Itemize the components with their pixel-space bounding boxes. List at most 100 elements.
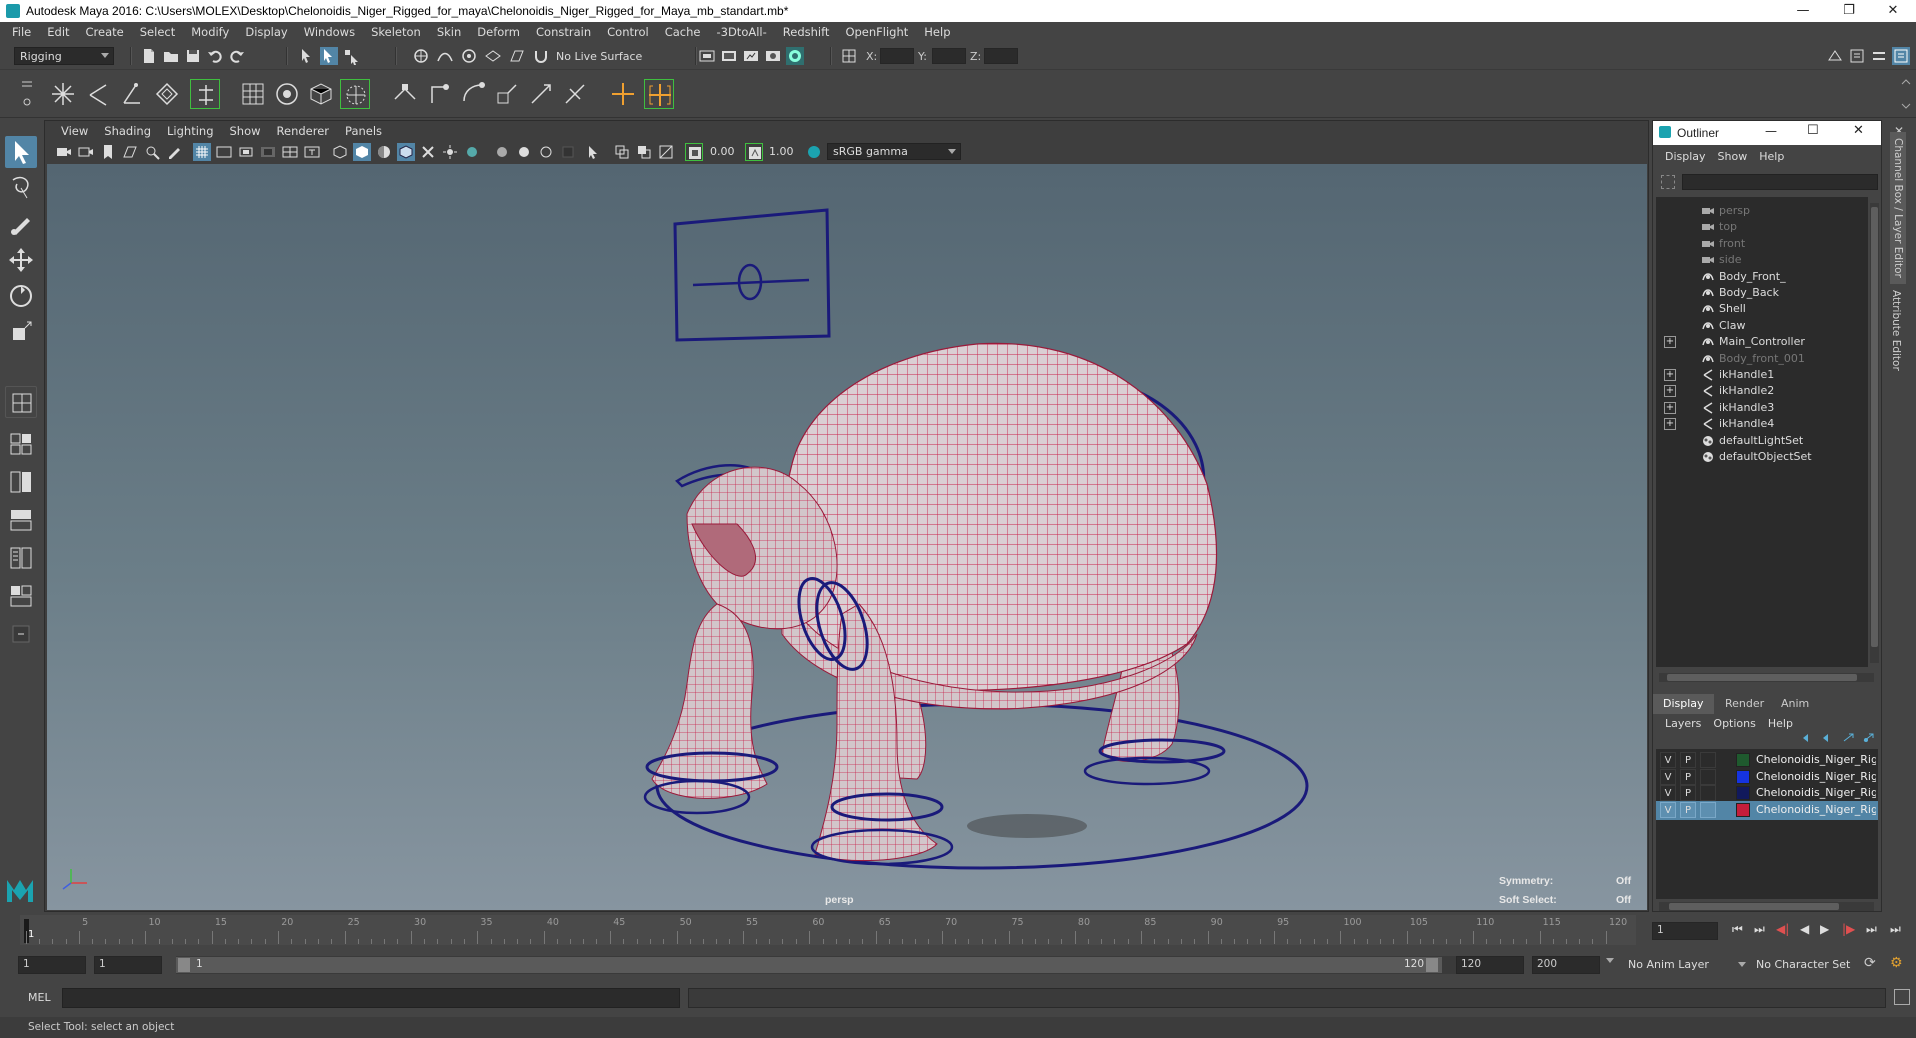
expand-icon[interactable]: +: [1664, 385, 1676, 398]
menu-cache[interactable]: Cache: [657, 25, 709, 39]
outliner-minimize-button[interactable]: —: [1765, 124, 1777, 138]
menu-redshift[interactable]: Redshift: [775, 25, 838, 39]
script-editor-icon[interactable]: [1894, 989, 1910, 1005]
auto-key-icon[interactable]: ⟳: [1864, 955, 1876, 971]
layout-graph-icon[interactable]: [5, 542, 37, 574]
new-layer-icon[interactable]: [1843, 733, 1855, 743]
expand-icon[interactable]: +: [1664, 336, 1676, 349]
current-frame-field[interactable]: 1: [1652, 922, 1718, 940]
step-forward-frame-icon[interactable]: |▶: [1842, 922, 1855, 936]
channel-box-toggle-icon[interactable]: [1892, 47, 1910, 65]
outliner-menu-help[interactable]: Help: [1753, 150, 1790, 163]
scrollbar-thumb[interactable]: [1669, 903, 1839, 910]
xray-joints-icon[interactable]: [613, 143, 631, 161]
layer-playback-toggle[interactable]: P: [1680, 785, 1696, 801]
outliner-close-button[interactable]: ✕: [1853, 123, 1864, 138]
outliner-horizontal-scrollbar[interactable]: [1659, 673, 1874, 682]
menu-help[interactable]: Help: [916, 25, 958, 39]
aim-constraint-icon[interactable]: [526, 79, 556, 109]
isolate-select-icon[interactable]: [585, 143, 603, 161]
layer-horizontal-scrollbar[interactable]: [1659, 902, 1874, 911]
select-camera-icon[interactable]: [55, 143, 73, 161]
grease-pencil-icon[interactable]: [165, 143, 183, 161]
bookmark-icon[interactable]: [99, 143, 117, 161]
filter-icon[interactable]: [1661, 175, 1675, 189]
xray-icon[interactable]: [419, 143, 437, 161]
range-start-grip[interactable]: [178, 958, 190, 972]
vp-menu-shading[interactable]: Shading: [96, 124, 159, 138]
playback-end-field[interactable]: 120: [1456, 956, 1524, 974]
menu-display[interactable]: Display: [237, 25, 295, 39]
motion-blur-icon[interactable]: [515, 143, 533, 161]
menu-3dtoall[interactable]: -3DtoAll-: [708, 25, 774, 39]
gate-mask-icon[interactable]: [259, 143, 277, 161]
layer-playback-toggle[interactable]: P: [1680, 768, 1696, 785]
render-view-icon[interactable]: [764, 47, 782, 65]
shadows-icon[interactable]: [463, 143, 481, 161]
menu-windows[interactable]: Windows: [296, 25, 363, 39]
go-to-end-icon[interactable]: ⏭: [1890, 922, 1901, 937]
cluster-icon[interactable]: [272, 79, 302, 109]
layer-visibility-toggle[interactable]: V: [1660, 785, 1676, 801]
command-input[interactable]: [62, 988, 680, 1008]
body-front-controller[interactable]: [673, 208, 831, 342]
z-field[interactable]: [984, 48, 1018, 64]
vp-menu-renderer[interactable]: Renderer: [269, 124, 338, 138]
tab-anim[interactable]: Anim: [1771, 694, 1819, 714]
layer-menu-layers[interactable]: Layers: [1659, 717, 1707, 730]
vp-menu-view[interactable]: View: [53, 124, 96, 138]
orient-joint-icon[interactable]: [190, 79, 220, 109]
ik-spline-tool-icon[interactable]: [118, 79, 148, 109]
layer-playback-toggle[interactable]: P: [1680, 801, 1696, 818]
joint-tool-icon[interactable]: [48, 79, 78, 109]
screen-space-ao-icon[interactable]: [493, 143, 511, 161]
layout-two-pane-icon[interactable]: [5, 466, 37, 498]
character-set-dropdown[interactable]: No Character Set: [1750, 956, 1860, 974]
layer-visibility-toggle[interactable]: V: [1660, 752, 1676, 768]
gamma-value[interactable]: 1.00: [769, 145, 794, 158]
tool-settings-toggle-icon[interactable]: [1870, 47, 1888, 65]
expand-icon[interactable]: +: [1664, 418, 1676, 431]
save-scene-icon[interactable]: [184, 47, 202, 65]
go-to-start-icon[interactable]: ⏮: [1732, 922, 1743, 937]
layout-outliner-icon[interactable]: [5, 504, 37, 536]
use-all-lights-icon[interactable]: [441, 143, 459, 161]
snap-point-icon[interactable]: [460, 47, 478, 65]
layer-display-type-toggle[interactable]: [1700, 801, 1716, 818]
outliner-maximize-button[interactable]: ☐: [1807, 123, 1819, 138]
rotate-tool-icon[interactable]: [5, 280, 37, 312]
menu-openflight[interactable]: OpenFlight: [837, 25, 916, 39]
layer-display-type-toggle[interactable]: [1700, 752, 1716, 768]
play-backwards-icon[interactable]: ◀: [1800, 922, 1809, 936]
layer-color-swatch[interactable]: [1736, 753, 1750, 767]
snap-grid-icon[interactable]: [412, 47, 430, 65]
y-field[interactable]: [932, 48, 966, 64]
menu-deform[interactable]: Deform: [469, 25, 528, 39]
animation-start-field[interactable]: 1: [18, 956, 86, 974]
undo-icon[interactable]: [206, 47, 224, 65]
bind-skin-icon[interactable]: [152, 79, 182, 109]
redo-icon[interactable]: [228, 47, 246, 65]
shelf-menu-icon[interactable]: [20, 74, 34, 114]
vp-menu-panels[interactable]: Panels: [337, 124, 390, 138]
layout-persp-outliner-icon[interactable]: [5, 580, 37, 612]
shelf-scroll-icon[interactable]: [1900, 76, 1912, 112]
range-slider-handle[interactable]: 1 120: [176, 957, 1442, 973]
chevron-down-icon[interactable]: [1606, 958, 1614, 963]
outliner-menu-display[interactable]: Display: [1659, 150, 1712, 163]
snap-magnet-icon[interactable]: [532, 47, 550, 65]
2d-pan-zoom-icon[interactable]: [143, 143, 161, 161]
layer-menu-help[interactable]: Help: [1762, 717, 1799, 730]
menu-modify[interactable]: Modify: [183, 25, 237, 39]
parent-constraint-icon[interactable]: [390, 79, 420, 109]
layer-visibility-toggle[interactable]: V: [1660, 768, 1676, 785]
modeling-toolkit-icon[interactable]: [1826, 47, 1844, 65]
gamma-icon[interactable]: [745, 143, 763, 161]
close-button[interactable]: ✕: [1870, 0, 1916, 22]
layout-single-icon[interactable]: [5, 428, 37, 460]
exposure-icon[interactable]: [685, 143, 703, 161]
menuset-dropdown[interactable]: Rigging: [14, 47, 114, 65]
render-settings-icon[interactable]: [698, 47, 716, 65]
scrollbar-thumb[interactable]: [1667, 674, 1857, 681]
layer-menu-options[interactable]: Options: [1707, 717, 1761, 730]
